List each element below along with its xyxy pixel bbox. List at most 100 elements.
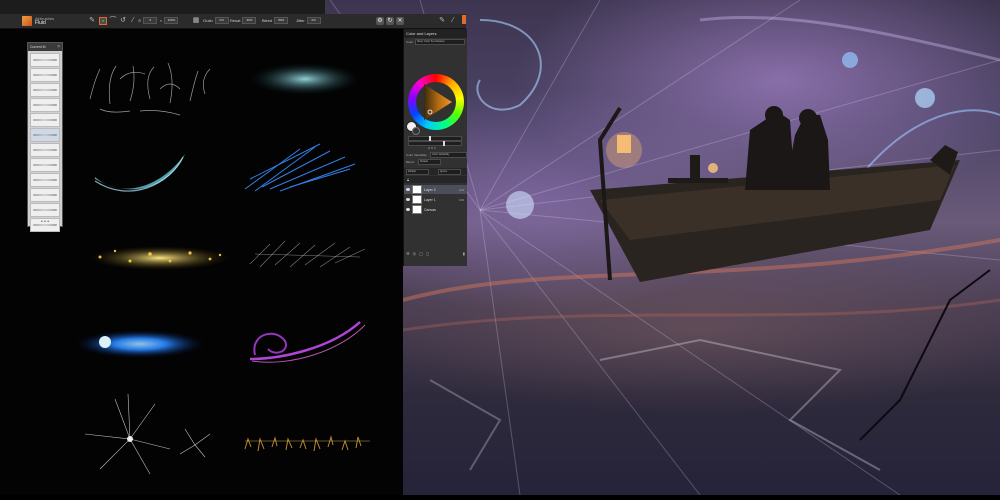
brush-panel-header[interactable]: Current M ×: [28, 43, 62, 51]
accent-color-button[interactable]: [462, 15, 466, 24]
color-panel-title: Color and Layers: [406, 31, 437, 36]
eye-icon[interactable]: [406, 198, 410, 201]
settings-icon[interactable]: ⚙: [376, 17, 384, 25]
brush-variant-row[interactable]: [30, 203, 60, 217]
close-icon[interactable]: ×: [57, 44, 60, 50]
bleed-label: Bleed: [262, 18, 273, 23]
dab-white-starburst: [84, 393, 211, 475]
brush-variant-label: Fluid: [35, 20, 46, 26]
color-panel-header[interactable]: Color and Layers: [404, 29, 467, 38]
dab-grass-white: [89, 62, 211, 116]
size-control[interactable]: ⊙ 9: [138, 17, 158, 25]
opacity-input[interactable]: 100%: [164, 17, 179, 25]
brush-panel-title: Current M: [30, 45, 46, 49]
color-set-selector[interactable]: Mixer Color Set Libraries: [415, 38, 465, 45]
color-panel-tabs: Color Mixer Color Set Libraries: [404, 38, 467, 45]
resat-input[interactable]: 30%: [242, 17, 257, 25]
layers-toolbar: Default Ignore: [404, 168, 467, 175]
eye-icon[interactable]: [406, 188, 410, 191]
jitter-control[interactable]: Jitter 0%: [296, 17, 321, 25]
layer-thumbnail: [412, 195, 422, 204]
grain-label: Grain: [203, 18, 213, 23]
additional-color-swatch[interactable]: [412, 127, 420, 135]
brush-variant-row[interactable]: [30, 113, 60, 127]
size-input[interactable]: 9: [143, 17, 158, 25]
bleed-control[interactable]: Bleed 80%: [262, 17, 289, 25]
brush-variant-row[interactable]: [30, 68, 60, 82]
resat-control[interactable]: Resat 30%: [230, 17, 257, 25]
dab-teal-cloud: [250, 63, 360, 95]
layer-lock-bar: 🔒︎: [404, 176, 467, 183]
menu-bar: [0, 0, 325, 14]
eraser-icon[interactable]: ⁄: [449, 17, 457, 25]
dab-blue-comet: [75, 330, 205, 358]
color-wheel[interactable]: [408, 74, 464, 130]
opacity-icon: ◐: [160, 18, 163, 23]
size-icon: ⊙: [138, 18, 142, 23]
reset-icon[interactable]: ↻: [386, 17, 394, 25]
saturation-value-triangle[interactable]: [420, 82, 454, 122]
grain-input[interactable]: 0%: [214, 17, 229, 25]
grid-icon[interactable]: ▦: [192, 17, 200, 25]
right-toolbar-buttons: ⚙ ↻ ✕: [376, 14, 404, 28]
brush-variant-row[interactable]: [30, 158, 60, 172]
composite-depth-field[interactable]: Ignore: [438, 169, 461, 175]
dab-magenta-swirl: [249, 321, 366, 363]
layer-row-layer-2[interactable]: Layer 2 100: [404, 185, 467, 194]
layer-thumbnail: [412, 205, 422, 214]
new-layer-icon[interactable]: ▢: [419, 251, 423, 256]
stroke-type-curve-icon[interactable]: ↺: [119, 17, 127, 25]
layer-effects-icon[interactable]: ◎: [413, 251, 417, 256]
color-and-layers-panel: Color and Layers Color Mixer Color Set L…: [403, 29, 467, 266]
brush-variant-list: [28, 51, 62, 234]
stroke-type-line-icon[interactable]: ⌒: [109, 17, 117, 25]
layer-opacity: 100: [458, 197, 464, 202]
brush-variant-row[interactable]: [30, 188, 60, 202]
bleed-input[interactable]: 80%: [274, 17, 289, 25]
composite-method-field[interactable]: Default: [406, 169, 429, 175]
brush-library-panel: Current M × • • •: [27, 42, 63, 232]
brush-variant-row[interactable]: [30, 53, 60, 67]
brush-panel-more[interactable]: • • •: [28, 219, 62, 225]
layer-thumbnail: [412, 185, 422, 194]
wrench-icon[interactable]: ⚒: [406, 251, 410, 256]
group-icon[interactable]: ◻: [426, 251, 429, 256]
grain-control[interactable]: Grain 0%: [203, 17, 229, 25]
jitter-label: Jitter: [296, 18, 305, 23]
brush-variant-row-selected[interactable]: [30, 128, 60, 142]
brush-variant-row[interactable]: [30, 143, 60, 157]
hsv-label: H S V: [428, 146, 436, 150]
close-icon[interactable]: ✕: [396, 17, 404, 25]
opacity-control[interactable]: ◐ 100%: [160, 17, 179, 25]
dab-white-hair: [249, 240, 366, 268]
brush-variant-row[interactable]: [30, 83, 60, 97]
layer-row-canvas[interactable]: Canvas: [404, 205, 467, 214]
brush-category-icon: [22, 16, 32, 26]
brush-selector-button[interactable]: Airbrushes Fluid: [22, 15, 54, 27]
blend-field[interactable]: Default: [418, 159, 441, 165]
trash-icon[interactable]: ▮: [463, 251, 465, 256]
brush-variant-row[interactable]: [30, 98, 60, 112]
layer-name: Canvas: [424, 207, 436, 212]
color-variability-label: Color Variability: [406, 153, 427, 157]
dab-blue-streaks: [244, 143, 356, 192]
brush-selector-text: Airbrushes Fluid: [35, 16, 54, 26]
layer-name: Layer 2: [424, 187, 436, 192]
color-tab-label[interactable]: Color: [406, 40, 413, 44]
brush-variant-row[interactable]: [30, 173, 60, 187]
dab-gold-sparkle: [90, 246, 230, 270]
layer-row-layer-1[interactable]: Layer 1 100: [404, 195, 467, 204]
brush-tool-icon[interactable]: ✎: [88, 17, 96, 25]
resat-label: Resat: [230, 18, 241, 23]
lock-icon[interactable]: 🔒︎: [407, 177, 409, 182]
brush-pen-icon[interactable]: ✎: [438, 17, 446, 25]
blend-label: Blend: [406, 160, 414, 164]
eyedropper-icon[interactable]: ⁄: [129, 17, 137, 25]
layer-name: Layer 1: [424, 197, 436, 202]
color-variability-field[interactable]: Color Variability: [430, 152, 467, 158]
eye-icon[interactable]: [406, 208, 410, 211]
layer-opacity: 100: [458, 187, 464, 192]
stroke-type-freehand-icon[interactable]: ◦: [99, 17, 107, 25]
dab-teal-ribbon: [95, 154, 185, 190]
jitter-input[interactable]: 0%: [306, 17, 321, 25]
